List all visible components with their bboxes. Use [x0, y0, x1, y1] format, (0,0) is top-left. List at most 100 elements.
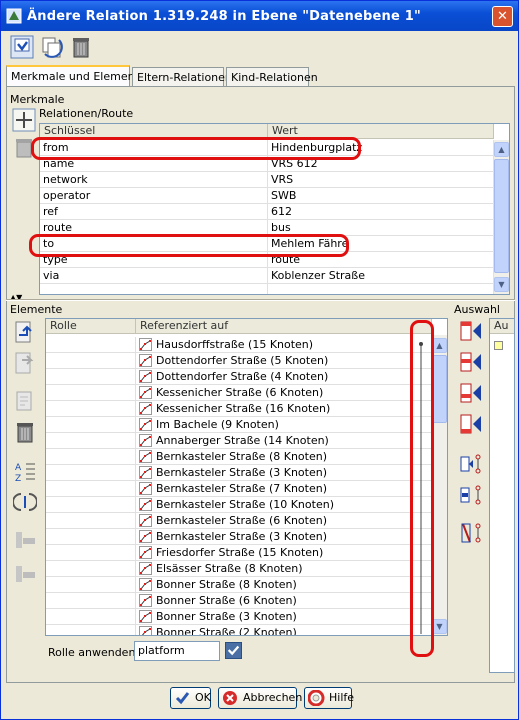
member-row[interactable]: Im Bachele (9 Knoten) [46, 417, 432, 433]
col-header-auswahl[interactable]: Au [490, 319, 514, 334]
sort-icon[interactable]: AZ [13, 459, 37, 483]
col-header-referenced[interactable]: Referenziert auf [136, 319, 432, 334]
member-role-cell[interactable] [46, 577, 136, 593]
splitter[interactable] [6, 299, 515, 301]
member-role-cell[interactable] [46, 449, 136, 465]
close-button[interactable]: ✕ [492, 6, 513, 27]
selection-item[interactable] [494, 341, 503, 350]
member-ref-cell[interactable]: Hausdorffstraße (15 Knoten) [136, 337, 412, 353]
tag-value-cell[interactable]: SWB [268, 188, 494, 204]
member-row[interactable]: Bonner Straße (2 Knoten) [46, 625, 432, 635]
member-role-cell[interactable] [46, 337, 136, 353]
member-ref-cell[interactable]: Dottendorfer Straße (5 Knoten) [136, 353, 412, 369]
scroll-thumb[interactable] [494, 159, 509, 273]
member-ref-cell[interactable]: Bonner Straße (2 Knoten) [136, 625, 412, 635]
remove-member-icon[interactable] [13, 420, 37, 444]
apply-role-button[interactable] [225, 642, 242, 659]
member-row[interactable]: Bernkasteler Straße (3 Knoten) [46, 465, 432, 481]
member-role-cell[interactable] [46, 401, 136, 417]
member-row[interactable]: Bernkasteler Straße (7 Knoten) [46, 481, 432, 497]
member-row[interactable]: Annaberger Straße (14 Knoten) [46, 433, 432, 449]
member-ref-cell[interactable]: Elsässer Straße (8 Knoten) [136, 561, 412, 577]
member-role-cell[interactable] [46, 417, 136, 433]
member-ref-cell[interactable]: Bonner Straße (6 Knoten) [136, 593, 412, 609]
member-ref-cell[interactable]: Bonner Straße (3 Knoten) [136, 609, 412, 625]
scroll-down-icon[interactable]: ▼ [432, 619, 447, 634]
tag-value-cell[interactable] [268, 284, 494, 294]
download-selected-icon[interactable] [13, 562, 37, 586]
scroll-down-icon[interactable]: ▼ [494, 277, 509, 292]
member-row[interactable]: Hausdorffstraße (15 Knoten) [46, 337, 432, 353]
tag-row[interactable]: via Koblenzer Straße [40, 268, 494, 284]
delete-relation-icon[interactable] [68, 34, 94, 60]
title-bar[interactable]: Ändere Relation 1.319.248 in Ebene "Date… [1, 1, 518, 31]
member-role-cell[interactable] [46, 385, 136, 401]
member-ref-cell[interactable]: Im Bachele (9 Knoten) [136, 417, 412, 433]
download-members-icon[interactable] [13, 528, 37, 552]
ok-button[interactable]: OK [170, 687, 211, 709]
scroll-thumb[interactable] [432, 355, 447, 423]
tag-row[interactable] [40, 284, 494, 294]
member-ref-cell[interactable]: Bonner Straße (8 Knoten) [136, 577, 412, 593]
role-input[interactable]: platform [134, 641, 220, 661]
tag-value-cell[interactable]: VRS [268, 172, 494, 188]
help-button[interactable]: Hilfe [304, 687, 354, 709]
add-tag-icon[interactable] [12, 108, 36, 132]
member-ref-cell[interactable]: Bernkasteler Straße (6 Knoten) [136, 513, 412, 529]
tab-eltern-relationen[interactable]: Eltern-Relationen [132, 67, 232, 86]
tag-value-cell[interactable]: 612 [268, 204, 494, 220]
member-row[interactable]: Kessenicher Straße (16 Knoten) [46, 401, 432, 417]
member-row[interactable]: Dottendorfer Straße (4 Knoten) [46, 369, 432, 385]
member-ref-cell[interactable]: Bernkasteler Straße (3 Knoten) [136, 529, 412, 545]
member-ref-cell[interactable]: Bernkasteler Straße (8 Knoten) [136, 449, 412, 465]
member-role-cell[interactable] [46, 625, 136, 635]
tab-kind-relationen[interactable]: Kind-Relationen [226, 67, 318, 86]
add-selected-first-icon[interactable] [459, 319, 483, 343]
add-selected-before-icon[interactable] [459, 350, 483, 374]
member-ref-cell[interactable]: Bernkasteler Straße (10 Knoten) [136, 497, 412, 513]
member-role-cell[interactable] [46, 609, 136, 625]
cancel-button[interactable]: Abbrechen [218, 687, 302, 709]
member-row[interactable]: Bernkasteler Straße (6 Knoten) [46, 513, 432, 529]
member-row[interactable]: Bernkasteler Straße (3 Knoten) [46, 529, 432, 545]
member-ref-cell[interactable]: Kessenicher Straße (16 Knoten) [136, 401, 412, 417]
member-row[interactable]: Bonner Straße (8 Knoten) [46, 577, 432, 593]
member-ref-cell[interactable]: Friesdorfer Straße (15 Knoten) [136, 545, 412, 561]
members-scrollbar[interactable]: ▲ ▼ [432, 335, 447, 635]
member-row[interactable]: Dottendorfer Straße (5 Knoten) [46, 353, 432, 369]
member-role-cell[interactable] [46, 545, 136, 561]
member-role-cell[interactable] [46, 353, 136, 369]
member-role-cell[interactable] [46, 593, 136, 609]
member-role-cell[interactable] [46, 369, 136, 385]
member-row[interactable]: Bonner Straße (6 Knoten) [46, 593, 432, 609]
member-row[interactable]: Bonner Straße (3 Knoten) [46, 609, 432, 625]
member-role-cell[interactable] [46, 465, 136, 481]
tags-scrollbar[interactable]: ▲ ▼ [494, 140, 509, 294]
member-ref-cell[interactable]: Bernkasteler Straße (3 Knoten) [136, 465, 412, 481]
select-members-icon[interactable] [459, 452, 483, 476]
apply-changes-icon[interactable] [9, 34, 35, 60]
tag-value-cell[interactable]: Koblenzer Straße [268, 268, 494, 284]
member-row[interactable]: Friesdorfer Straße (15 Knoten) [46, 545, 432, 561]
add-selected-after-icon[interactable] [459, 381, 483, 405]
tag-key-cell[interactable]: network [40, 172, 268, 188]
tag-key-cell[interactable]: operator [40, 188, 268, 204]
member-role-cell[interactable] [46, 497, 136, 513]
tab-merkmale-und-elemente[interactable]: Merkmale und Elemente [6, 65, 146, 86]
member-role-cell[interactable] [46, 529, 136, 545]
tag-key-cell[interactable] [40, 284, 268, 294]
remove-selected-icon[interactable] [459, 521, 483, 545]
add-selected-last-icon[interactable] [459, 412, 483, 436]
member-row[interactable]: Elsässer Straße (8 Knoten) [46, 561, 432, 577]
member-ref-cell[interactable]: Bernkasteler Straße (7 Knoten) [136, 481, 412, 497]
member-role-cell[interactable] [46, 433, 136, 449]
scroll-up-icon[interactable]: ▲ [432, 338, 447, 353]
reload-relation-icon[interactable] [39, 34, 65, 60]
scroll-up-icon[interactable]: ▲ [494, 142, 509, 157]
tag-row[interactable]: operator SWB [40, 188, 494, 204]
member-row[interactable]: Bernkasteler Straße (10 Knoten) [46, 497, 432, 513]
col-header-role[interactable]: Rolle [46, 319, 136, 334]
member-ref-cell[interactable]: Dottendorfer Straße (4 Knoten) [136, 369, 412, 385]
member-ref-cell[interactable]: Annaberger Straße (14 Knoten) [136, 433, 412, 449]
tag-key-cell[interactable]: via [40, 268, 268, 284]
